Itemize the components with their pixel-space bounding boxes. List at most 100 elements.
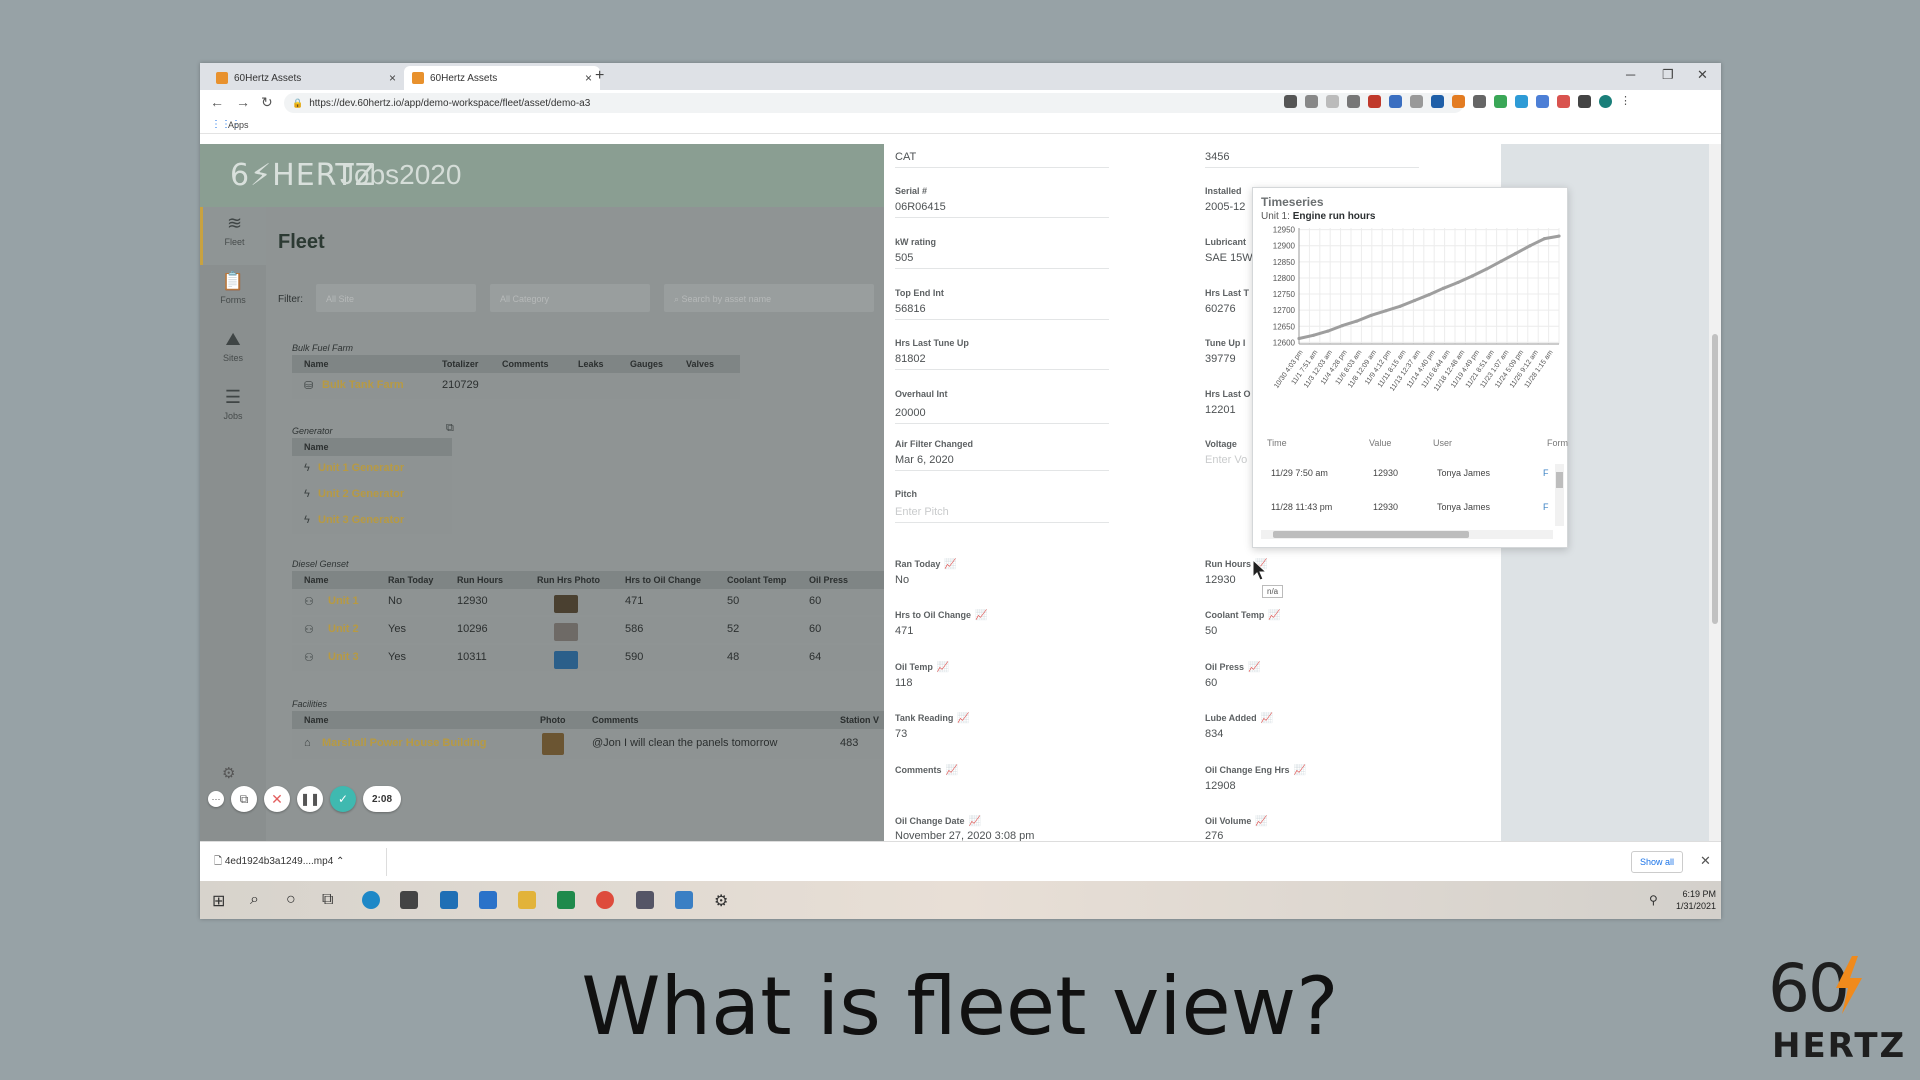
chart-icon[interactable]: 📈 [946, 765, 958, 776]
browser-tab-1[interactable]: 60Hertz Assets × [208, 66, 404, 90]
scrollbar-thumb[interactable] [1712, 334, 1718, 624]
extension-chat-icon[interactable] [1536, 95, 1549, 108]
sidebar-item-sites[interactable]: ⛰ Sites [200, 323, 266, 381]
reload-icon[interactable]: ↻ [261, 94, 273, 111]
field-value[interactable]: 2005-12 [1205, 201, 1245, 213]
pocket-icon[interactable] [1347, 95, 1360, 108]
close-tab-icon[interactable]: × [585, 71, 592, 85]
field-value[interactable]: Mar 6, 2020 [895, 454, 954, 466]
table-row[interactable]: ⚇ Unit 3 Yes 10311 590 48 64 [292, 645, 884, 671]
chart-icon[interactable]: 📈 [1261, 713, 1273, 724]
run-hours-photo[interactable] [554, 595, 578, 613]
form-link[interactable]: F [1543, 468, 1549, 478]
star-icon[interactable] [1326, 95, 1339, 108]
copy-icon[interactable]: ⧉ [446, 422, 454, 435]
chart-icon[interactable]: 📈 [1268, 610, 1280, 621]
cortana-icon[interactable]: ○ [286, 891, 296, 909]
more-menu-icon[interactable]: ⋮ [1620, 95, 1633, 108]
pitch-input[interactable]: Enter Pitch [895, 506, 949, 518]
key-icon[interactable] [1305, 95, 1318, 108]
facility-photo[interactable] [542, 733, 564, 755]
extension-orange-icon[interactable] [1452, 95, 1465, 108]
table-row[interactable]: ⚇ Unit 2 Yes 10296 586 52 60 [292, 617, 884, 643]
chart-icon[interactable]: 📈 [1294, 765, 1306, 776]
voltage-input[interactable]: Enter Vo [1205, 454, 1247, 466]
profile-avatar-icon[interactable] [1599, 95, 1612, 108]
chrome-icon[interactable] [596, 891, 614, 909]
form-link[interactable]: F [1543, 502, 1549, 512]
field-value[interactable]: 56816 [895, 303, 926, 315]
table-row[interactable]: ⛁ Bulk Tank Farm 210729 [292, 373, 740, 399]
download-item[interactable]: 🗋 4ed1924b3a1249....mp4 ⌃ [214, 854, 344, 871]
chart-icon[interactable]: 📈 [944, 559, 956, 570]
sidebar-item-fleet[interactable]: ≋ Fleet [200, 207, 266, 265]
asset-link[interactable]: Bulk Tank Farm [322, 379, 404, 391]
edge-icon[interactable] [362, 891, 380, 909]
site-filter-select[interactable]: All Site [316, 284, 476, 312]
chevron-up-icon[interactable]: ⌃ [336, 856, 344, 867]
field-value[interactable]: 60276 [1205, 303, 1236, 315]
close-tab-icon[interactable]: × [389, 71, 396, 85]
asset-link[interactable]: Unit 1 Generator [318, 462, 404, 474]
extension-red-icon[interactable] [1557, 95, 1570, 108]
close-window-icon[interactable]: ✕ [1697, 67, 1708, 83]
category-filter-select[interactable]: All Category [490, 284, 650, 312]
table-row[interactable]: ⚇ Unit 1 No 12930 471 50 60 [292, 589, 884, 615]
scrollbar-thumb[interactable] [1556, 472, 1563, 488]
table-row[interactable]: ϟ Unit 2 Generator [292, 482, 452, 508]
chart-icon[interactable]: 📈 [957, 713, 969, 724]
chart-icon[interactable]: 📈 [969, 816, 981, 827]
extension-drive-icon[interactable] [1494, 95, 1507, 108]
chart-icon[interactable]: 📈 [1248, 662, 1260, 673]
extension-dark-icon[interactable] [1473, 95, 1486, 108]
asset-search-input[interactable]: ⌕ Search by asset name [664, 284, 874, 312]
task-view-icon[interactable]: ⧉ [322, 891, 333, 909]
extension-search-icon[interactable] [1389, 95, 1402, 108]
chart-icon[interactable]: 📈 [937, 662, 949, 673]
table-vertical-scrollbar[interactable] [1555, 464, 1564, 526]
network-icon[interactable]: ⚲ [1649, 893, 1658, 907]
field-value[interactable]: SAE 15W [1205, 252, 1253, 264]
chart-icon[interactable]: 📈 [1255, 816, 1267, 827]
extension-screen-icon[interactable] [1431, 95, 1444, 108]
gear-icon[interactable]: ⚙ [222, 764, 235, 782]
page-scrollbar[interactable] [1709, 144, 1721, 841]
table-row[interactable]: ϟ Unit 3 Generator [292, 508, 452, 534]
run-hours-photo[interactable] [554, 651, 578, 669]
sidebar-item-jobs[interactable]: ☰ Jobs [200, 381, 266, 439]
recorder-cancel-icon[interactable]: ✕ [264, 786, 290, 812]
tray-clock[interactable]: 6:19 PM 1/31/2021 [1676, 888, 1716, 912]
security-icon[interactable] [557, 891, 575, 909]
camera-icon[interactable] [1284, 95, 1297, 108]
run-hours-photo[interactable] [554, 623, 578, 641]
asset-link[interactable]: Unit 2 Generator [318, 488, 404, 500]
puzzle-icon[interactable] [1578, 95, 1591, 108]
sidebar-item-forms[interactable]: 📋 Forms [200, 265, 266, 323]
table-row[interactable]: 11/29 7:50 am 12930 Tonya James F [1253, 462, 1553, 484]
megaphone-icon[interactable] [1368, 95, 1381, 108]
app-l-icon[interactable] [440, 891, 458, 909]
field-value[interactable]: 12201 [1205, 404, 1236, 416]
back-icon[interactable]: ← [210, 94, 224, 110]
scrollbar-thumb[interactable] [1273, 531, 1469, 538]
extension-c-icon[interactable] [1410, 95, 1423, 108]
asset-link[interactable]: Unit 3 [328, 651, 359, 663]
recorder-pause-icon[interactable]: ❚❚ [297, 786, 323, 812]
search-icon[interactable]: ⌕ [250, 891, 259, 909]
field-value[interactable]: 20000 [895, 407, 926, 419]
field-value[interactable]: 39779 [1205, 353, 1236, 365]
maximize-icon[interactable]: ❐ [1662, 67, 1674, 83]
field-value[interactable]: 505 [895, 252, 913, 264]
field-value[interactable]: 81802 [895, 353, 926, 365]
windows-start-icon[interactable]: ⊞ [212, 891, 225, 911]
field-value[interactable]: 06R06415 [895, 201, 946, 213]
mail-icon[interactable] [479, 891, 497, 909]
file-explorer-icon[interactable] [518, 891, 536, 909]
show-all-button[interactable]: Show all [1631, 851, 1683, 873]
extension-blue-icon[interactable] [1515, 95, 1528, 108]
table-row[interactable]: 11/28 11:43 pm 12930 Tonya James F [1253, 496, 1553, 518]
recorder-webcam-icon[interactable]: ⧉ [231, 786, 257, 812]
recorder-done-icon[interactable]: ✓ [330, 786, 356, 812]
asset-link[interactable]: Unit 3 Generator [318, 514, 404, 526]
minimize-icon[interactable]: ─ [1626, 67, 1635, 82]
